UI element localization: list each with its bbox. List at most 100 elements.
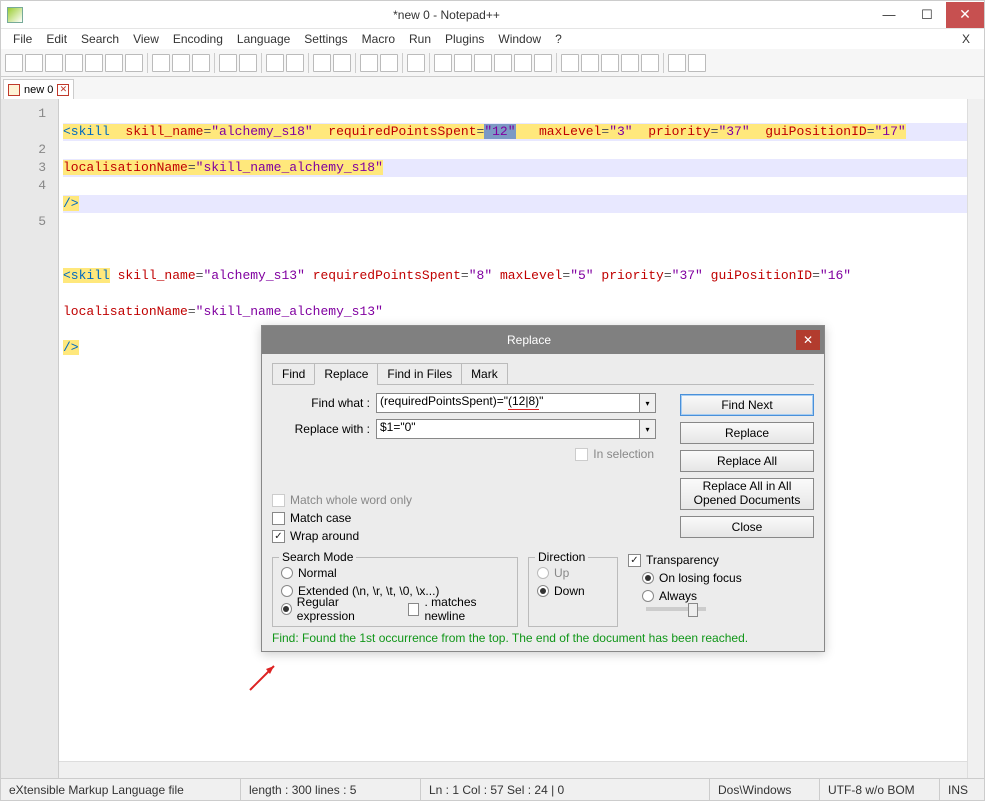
status-length: length : 300 lines : 5	[241, 779, 421, 800]
open-file-icon[interactable]	[25, 54, 43, 72]
transparency-checkbox[interactable]: ✓Transparency	[628, 551, 778, 569]
wordwrap-icon[interactable]	[407, 54, 425, 72]
replace-button[interactable]: Replace	[680, 422, 814, 444]
misc-icon[interactable]	[688, 54, 706, 72]
copy-icon[interactable]	[172, 54, 190, 72]
save-icon[interactable]	[45, 54, 63, 72]
paste-icon[interactable]	[192, 54, 210, 72]
status-mode: INS	[940, 779, 984, 800]
down-radio[interactable]: Down	[537, 582, 609, 600]
func-list-icon[interactable]	[514, 54, 532, 72]
regex-radio[interactable]: Regular expression . matches newline	[281, 600, 509, 618]
always-radio[interactable]: Always	[642, 587, 778, 605]
line-number-spacer	[1, 195, 58, 213]
replace-with-input[interactable]: $1="0"	[376, 419, 640, 439]
menu-plugins[interactable]: Plugins	[439, 30, 490, 48]
document-tab[interactable]: new 0 ✕	[3, 79, 74, 99]
dialog-close-button[interactable]: ✕	[796, 330, 820, 350]
sync-v-icon[interactable]	[360, 54, 378, 72]
code-line[interactable]: />	[63, 195, 980, 213]
close-file-icon[interactable]	[85, 54, 103, 72]
normal-radio[interactable]: Normal	[281, 564, 509, 582]
horizontal-scrollbar[interactable]	[59, 761, 967, 778]
find-what-input[interactable]: (requiredPointsSpent)="(12|8)"	[376, 393, 640, 413]
code-line[interactable]: <skill skill_name="alchemy_s18" required…	[63, 123, 980, 141]
zoom-in-icon[interactable]	[313, 54, 331, 72]
play-icon[interactable]	[601, 54, 619, 72]
line-number: 4	[1, 177, 58, 195]
undo-icon[interactable]	[219, 54, 237, 72]
redo-icon[interactable]	[239, 54, 257, 72]
play-multi-icon[interactable]	[621, 54, 639, 72]
spellcheck-icon[interactable]	[668, 54, 686, 72]
find-dropdown-icon[interactable]: ▾	[640, 393, 656, 413]
tab-mark[interactable]: Mark	[461, 363, 508, 385]
show-all-chars-icon[interactable]	[434, 54, 452, 72]
new-file-icon[interactable]	[5, 54, 23, 72]
doc-map-icon[interactable]	[494, 54, 512, 72]
status-language: eXtensible Markup Language file	[1, 779, 241, 800]
app-icon	[7, 7, 23, 23]
print-icon[interactable]	[125, 54, 143, 72]
save-macro-icon[interactable]	[641, 54, 659, 72]
cut-icon[interactable]	[152, 54, 170, 72]
transparency-slider[interactable]	[646, 607, 706, 611]
menu-edit[interactable]: Edit	[40, 30, 73, 48]
menu-language[interactable]: Language	[231, 30, 296, 48]
code-line[interactable]: localisationName="skill_name_alchemy_s18…	[63, 159, 980, 177]
menu-help[interactable]: ?	[549, 30, 568, 48]
replace-dialog: Replace ✕ Find Replace Find in Files Mar…	[261, 325, 825, 652]
tab-find[interactable]: Find	[272, 363, 315, 385]
separator	[556, 53, 557, 73]
code-line[interactable]	[63, 231, 980, 249]
replace-all-docs-button[interactable]: Replace All in All Opened Documents	[680, 478, 814, 510]
menubar-x[interactable]: X	[954, 30, 978, 48]
indent-guide-icon[interactable]	[454, 54, 472, 72]
save-all-icon[interactable]	[65, 54, 83, 72]
status-encoding: UTF-8 w/o BOM	[820, 779, 940, 800]
user-lang-icon[interactable]	[474, 54, 492, 72]
tab-replace[interactable]: Replace	[314, 363, 378, 385]
close-dialog-button[interactable]: Close	[680, 516, 814, 538]
tab-close-icon[interactable]: ✕	[57, 84, 69, 96]
close-all-icon[interactable]	[105, 54, 123, 72]
menu-macro[interactable]: Macro	[356, 30, 401, 48]
folder-workspace-icon[interactable]	[534, 54, 552, 72]
find-next-button[interactable]: Find Next	[680, 394, 814, 416]
menu-encoding[interactable]: Encoding	[167, 30, 229, 48]
sync-h-icon[interactable]	[380, 54, 398, 72]
line-number-gutter: 1 2 3 4 5	[1, 99, 59, 778]
menu-window[interactable]: Window	[492, 30, 547, 48]
menu-settings[interactable]: Settings	[298, 30, 353, 48]
separator	[355, 53, 356, 73]
maximize-button[interactable]: ☐	[908, 2, 946, 28]
dialog-tabs: Find Replace Find in Files Mark	[272, 362, 814, 385]
dialog-titlebar[interactable]: Replace ✕	[262, 326, 824, 354]
menu-search[interactable]: Search	[75, 30, 125, 48]
replace-icon[interactable]	[286, 54, 304, 72]
code-line[interactable]: localisationName="skill_name_alchemy_s13…	[63, 303, 980, 321]
statusbar: eXtensible Markup Language file length :…	[1, 778, 984, 800]
separator	[261, 53, 262, 73]
minimize-button[interactable]: —	[870, 2, 908, 28]
menu-run[interactable]: Run	[403, 30, 437, 48]
titlebar: *new 0 - Notepad++ — ☐ ✕	[1, 1, 984, 29]
tab-find-in-files[interactable]: Find in Files	[377, 363, 462, 385]
vertical-scrollbar[interactable]	[967, 99, 984, 778]
close-button[interactable]: ✕	[946, 2, 984, 28]
up-radio: Up	[537, 564, 609, 582]
replace-all-button[interactable]: Replace All	[680, 450, 814, 472]
window-title: *new 0 - Notepad++	[23, 8, 870, 22]
menu-view[interactable]: View	[127, 30, 165, 48]
direction-label: Direction	[535, 550, 588, 564]
on-losing-focus-radio[interactable]: On losing focus	[642, 569, 778, 587]
replace-dropdown-icon[interactable]: ▾	[640, 419, 656, 439]
zoom-out-icon[interactable]	[333, 54, 351, 72]
document-tab-label: new 0	[24, 84, 53, 96]
code-line[interactable]: <skill skill_name="alchemy_s13" required…	[63, 267, 980, 285]
record-icon[interactable]	[561, 54, 579, 72]
stop-icon[interactable]	[581, 54, 599, 72]
find-icon[interactable]	[266, 54, 284, 72]
editor-area[interactable]: 1 2 3 4 5 <skill skill_name="alchemy_s18…	[1, 99, 984, 778]
menu-file[interactable]: File	[7, 30, 38, 48]
